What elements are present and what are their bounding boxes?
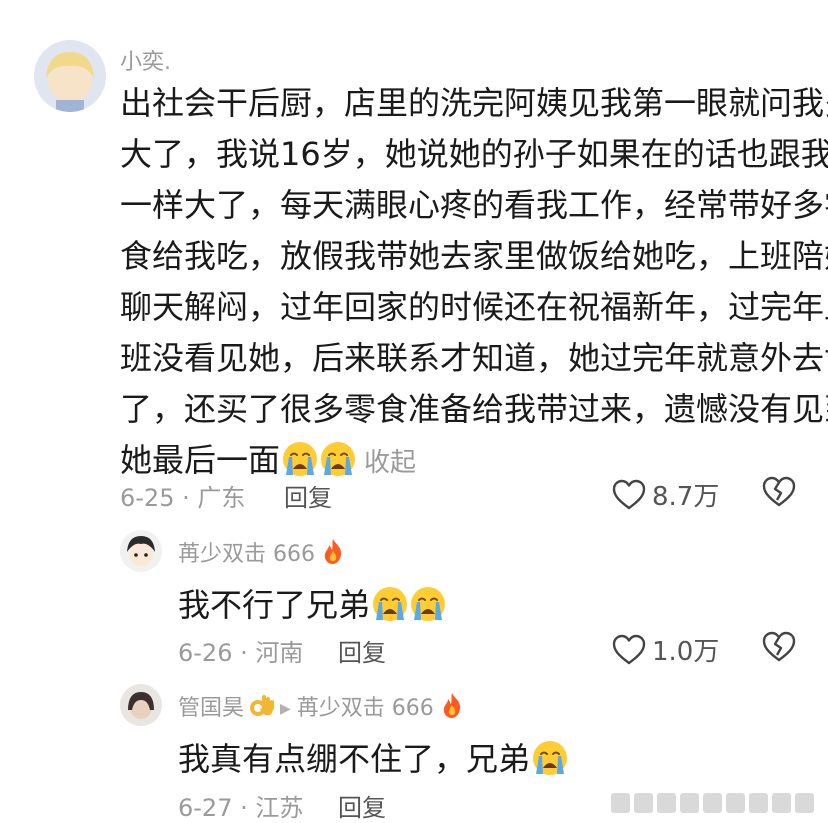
date-location: 6-25 · 广东 <box>120 484 246 512</box>
avatar[interactable] <box>120 530 162 572</box>
broken-heart-icon <box>762 631 796 663</box>
like-count: 8.7万 <box>652 482 720 512</box>
fire-emoji-icon <box>319 537 347 565</box>
avatar[interactable] <box>34 40 106 112</box>
comment-line-text: 她最后一面 <box>120 441 281 479</box>
heart-icon <box>612 634 646 666</box>
username[interactable]: 管国昊 ▶ 苒少双击 666 <box>178 690 466 722</box>
comment-line: 出社会干后厨，店里的洗完阿姨见我第一眼就问我多 <box>120 84 828 122</box>
reply-text: 我真有点绷不住了，兄弟 <box>178 734 568 780</box>
crying-emoji-icon <box>282 441 318 477</box>
comment-line: 聊天解闷，过年回家的时候还在祝福新年，过完年上 <box>120 288 828 326</box>
ok-hand-emoji-icon <box>248 691 276 719</box>
watermark <box>611 793 814 813</box>
like-button[interactable]: 8.7万 <box>612 476 719 513</box>
reply-to-username[interactable]: 苒少双击 666 <box>297 696 434 721</box>
crying-emoji-icon <box>532 740 568 776</box>
date-location: 6-26 · 河南 <box>178 639 304 667</box>
crying-emoji-icon <box>320 441 356 477</box>
comment-line: 大了，我说16岁，她说她的孙子如果在的话也跟我 <box>120 135 828 173</box>
reply-text-content: 我真有点绷不住了，兄弟 <box>178 740 531 778</box>
username-text: 苒少双击 666 <box>178 542 315 567</box>
heart-icon <box>612 479 646 511</box>
comment-line: 了，还买了很多零食准备给我带过来，遗憾没有见到 <box>120 390 828 428</box>
like-count: 1.0万 <box>652 637 720 667</box>
like-button[interactable]: 1.0万 <box>612 631 719 668</box>
reply-arrow-icon: ▶ <box>280 701 291 717</box>
avatar[interactable] <box>120 684 162 726</box>
broken-heart-icon <box>762 476 796 508</box>
comment-line: 一样大了，每天满眼心疼的看我工作，经常带好多零 <box>120 186 828 224</box>
crying-emoji-icon <box>372 586 408 622</box>
reply-button[interactable]: 回复 <box>284 478 332 513</box>
date-location: 6-27 · 江苏 <box>178 794 304 822</box>
reply-text-content: 我不行了兄弟 <box>178 586 371 624</box>
reply-button[interactable]: 回复 <box>338 633 386 668</box>
username[interactable]: 苒少双击 666 <box>178 536 347 568</box>
reply-button[interactable]: 回复 <box>338 788 386 823</box>
collapse-link[interactable]: 收起 <box>364 448 416 478</box>
fire-emoji-icon <box>438 691 466 719</box>
reply-text: 我不行了兄弟 <box>178 580 446 626</box>
comment-line: 班没看见她，后来联系才知道，她过完年就意外去世 <box>120 339 828 377</box>
dislike-button[interactable] <box>762 476 796 508</box>
crying-emoji-icon <box>410 586 446 622</box>
username-text: 管国昊 <box>178 696 245 721</box>
dislike-button[interactable] <box>762 631 796 663</box>
comment-line: 食给我吃，放假我带她去家里做饭给她吃，上班陪她 <box>120 237 828 275</box>
comment-text: 出社会干后厨，店里的洗完阿姨见我第一眼就问我多 大了，我说16岁，她说她的孙子如… <box>120 78 828 486</box>
username[interactable]: 小奕. <box>120 44 171 76</box>
